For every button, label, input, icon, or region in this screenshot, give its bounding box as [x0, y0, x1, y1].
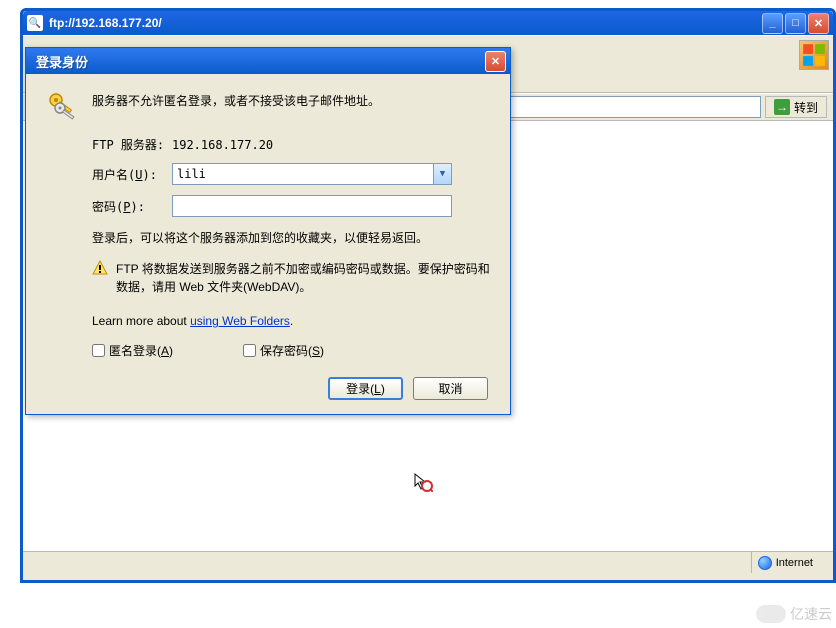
dialog-title: 登录身份	[36, 52, 485, 71]
window-close-button[interactable]: ✕	[808, 13, 829, 34]
windows-flag-icon	[799, 40, 829, 70]
window-title: ftp://192.168.177.20/	[49, 16, 760, 30]
status-zone: Internet	[752, 556, 833, 570]
dialog-buttons: 登录(L) 取消	[46, 377, 488, 400]
login-form: FTP 服务器: 192.168.177.20 用户名(U): ▼ 密码(P):	[92, 136, 490, 217]
watermark: 亿速云	[756, 604, 832, 624]
learn-more-prefix: Learn more about	[92, 314, 190, 328]
password-input[interactable]	[172, 195, 452, 217]
go-button[interactable]: → 转到	[765, 96, 827, 118]
favorites-hint: 登录后，可以将这个服务器添加到您的收藏夹，以便轻易返回。	[92, 229, 490, 246]
login-dialog: 登录身份 ✕ 服务器不允许匿名登录，或者不接受该电子邮件地址。 FTP 服务器:…	[25, 47, 511, 415]
dialog-titlebar: 登录身份 ✕	[26, 48, 510, 74]
learn-more: Learn more about using Web Folders.	[92, 314, 490, 328]
internet-zone-icon	[758, 556, 772, 570]
watermark-text: 亿速云	[790, 604, 832, 624]
ie-app-icon: 🔍	[27, 15, 43, 31]
cloud-icon	[756, 605, 786, 623]
checkbox-row: 匿名登录(A) 保存密码(S)	[92, 342, 490, 359]
warning-icon	[92, 260, 108, 276]
chevron-down-icon[interactable]: ▼	[433, 164, 451, 184]
cancel-button[interactable]: 取消	[413, 377, 488, 400]
minimize-button[interactable]: _	[762, 13, 783, 34]
username-input[interactable]	[173, 164, 433, 184]
web-folders-link[interactable]: using Web Folders	[190, 314, 290, 328]
ie-titlebar: 🔍 ftp://192.168.177.20/ _ □ ✕	[23, 11, 833, 35]
go-arrow-icon: →	[774, 99, 790, 115]
anonymous-login-checkbox[interactable]: 匿名登录(A)	[92, 342, 173, 359]
dialog-close-button[interactable]: ✕	[485, 51, 506, 72]
status-left	[23, 552, 752, 573]
dialog-message: 服务器不允许匿名登录，或者不接受该电子邮件地址。	[92, 90, 490, 122]
go-label: 转到	[794, 99, 818, 116]
keys-icon	[46, 90, 78, 122]
status-zone-label: Internet	[776, 557, 813, 569]
server-label: FTP 服务器:	[92, 136, 172, 153]
anonymous-checkbox-input[interactable]	[92, 344, 105, 357]
username-combo[interactable]: ▼	[172, 163, 452, 185]
warning-text: FTP 将数据发送到服务器之前不加密或编码密码或数据。要保护密码和数据，请用 W…	[116, 260, 490, 296]
login-button[interactable]: 登录(L)	[328, 377, 403, 400]
save-password-checkbox-input[interactable]	[243, 344, 256, 357]
password-label: 密码(P):	[92, 198, 172, 215]
server-value: 192.168.177.20	[172, 138, 452, 152]
cursor-icon	[413, 472, 433, 497]
dialog-body: 服务器不允许匿名登录，或者不接受该电子邮件地址。 FTP 服务器: 192.16…	[26, 74, 510, 414]
save-password-checkbox[interactable]: 保存密码(S)	[243, 342, 324, 359]
maximize-button[interactable]: □	[785, 13, 806, 34]
status-bar: Internet	[23, 551, 833, 573]
security-warning: FTP 将数据发送到服务器之前不加密或编码密码或数据。要保护密码和数据，请用 W…	[92, 260, 490, 296]
username-label: 用户名(U):	[92, 166, 172, 183]
